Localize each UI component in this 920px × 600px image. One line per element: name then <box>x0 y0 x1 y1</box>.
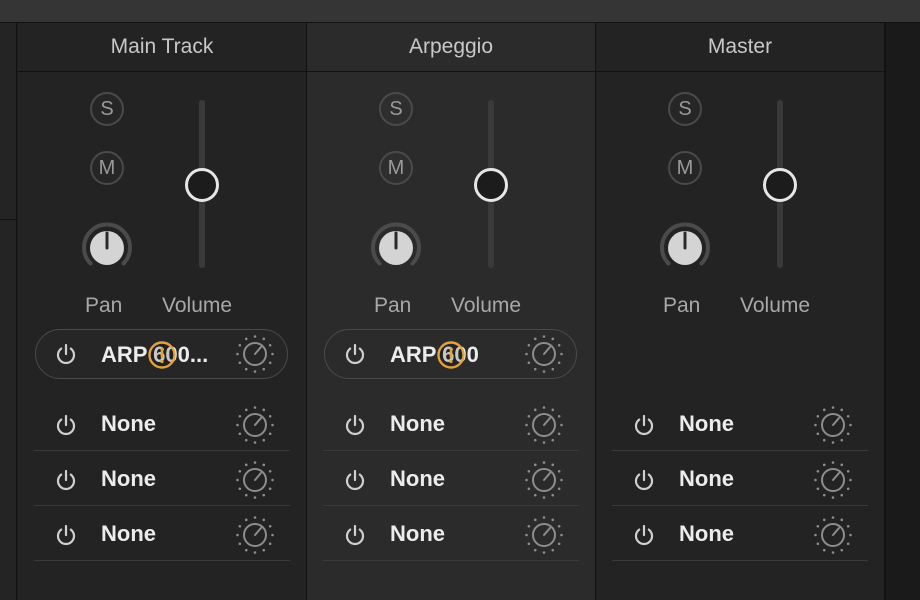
power-icon[interactable] <box>631 467 657 493</box>
channel-title: Arpeggio <box>307 23 595 72</box>
power-icon[interactable] <box>631 412 657 438</box>
volume-fader-thumb[interactable] <box>185 167 219 202</box>
plugin-slot[interactable]: None <box>323 452 579 506</box>
plugin-slot[interactable]: ARP 600... <box>35 329 288 379</box>
power-icon[interactable] <box>53 341 79 367</box>
plugin-slot[interactable]: None <box>612 507 868 561</box>
pan-knob[interactable] <box>367 219 425 277</box>
solo-button[interactable]: S <box>90 92 124 126</box>
right-panel-edge <box>885 23 920 600</box>
volume-label: Volume <box>451 294 522 317</box>
plugin-slot[interactable]: None <box>323 507 579 561</box>
dial-icon[interactable] <box>235 460 275 500</box>
solo-button[interactable]: S <box>379 92 413 126</box>
volume-fader-thumb[interactable] <box>763 167 797 202</box>
pan-knob[interactable] <box>656 219 714 277</box>
dial-icon[interactable] <box>813 515 853 555</box>
power-icon[interactable] <box>342 341 368 367</box>
plugin-slot[interactable]: None <box>34 452 290 506</box>
slot-name[interactable]: None <box>390 411 445 437</box>
plugin-slot[interactable]: None <box>323 397 579 451</box>
slot-name[interactable]: None <box>679 466 734 492</box>
pan-knob[interactable] <box>78 219 136 277</box>
pan-label: Pan <box>663 294 701 317</box>
volume-label: Volume <box>740 294 811 317</box>
volume-fader-thumb[interactable] <box>474 167 508 202</box>
warning-icon[interactable] <box>436 340 466 370</box>
power-icon[interactable] <box>53 522 79 548</box>
plugin-slot[interactable]: None <box>34 507 290 561</box>
slot-name[interactable]: None <box>390 521 445 547</box>
slot-name[interactable]: None <box>390 466 445 492</box>
slot-name[interactable]: None <box>101 466 156 492</box>
dial-icon[interactable] <box>235 405 275 445</box>
power-icon[interactable] <box>342 467 368 493</box>
warning-icon[interactable] <box>147 340 177 370</box>
dial-icon[interactable] <box>235 515 275 555</box>
channel-title: Master <box>596 23 884 72</box>
power-icon[interactable] <box>342 522 368 548</box>
dial-icon[interactable] <box>813 460 853 500</box>
channel-title: Main Track <box>18 23 306 72</box>
channel-strip[interactable]: Main Track S M Pan Volume ARP 600... Non… <box>18 23 307 600</box>
power-icon[interactable] <box>342 412 368 438</box>
slot-name[interactable]: None <box>679 411 734 437</box>
slot-name[interactable]: None <box>679 521 734 547</box>
dial-icon[interactable] <box>235 334 275 374</box>
plugin-slot[interactable]: None <box>34 397 290 451</box>
top-toolbar <box>0 0 920 23</box>
pan-label: Pan <box>374 294 412 317</box>
pan-label: Pan <box>85 294 123 317</box>
plugin-slot[interactable]: None <box>612 452 868 506</box>
power-icon[interactable] <box>631 522 657 548</box>
mute-button[interactable]: M <box>668 151 702 185</box>
plugin-slot[interactable]: None <box>612 397 868 451</box>
dial-icon[interactable] <box>524 460 564 500</box>
slot-name[interactable]: None <box>101 521 156 547</box>
solo-button[interactable]: S <box>668 92 702 126</box>
left-panel-edge <box>0 23 17 600</box>
dial-icon[interactable] <box>524 334 564 374</box>
mute-button[interactable]: M <box>90 151 124 185</box>
volume-label: Volume <box>162 294 233 317</box>
plugin-slot[interactable]: ARP 600 <box>324 329 577 379</box>
power-icon[interactable] <box>53 467 79 493</box>
dial-icon[interactable] <box>524 405 564 445</box>
channel-strip[interactable]: Arpeggio S M Pan Volume ARP 600 None Non… <box>307 23 596 600</box>
channel-strip[interactable]: Master S M Pan Volume None None None <box>596 23 885 600</box>
mute-button[interactable]: M <box>379 151 413 185</box>
slot-name[interactable]: None <box>101 411 156 437</box>
dial-icon[interactable] <box>813 405 853 445</box>
dial-icon[interactable] <box>524 515 564 555</box>
power-icon[interactable] <box>53 412 79 438</box>
